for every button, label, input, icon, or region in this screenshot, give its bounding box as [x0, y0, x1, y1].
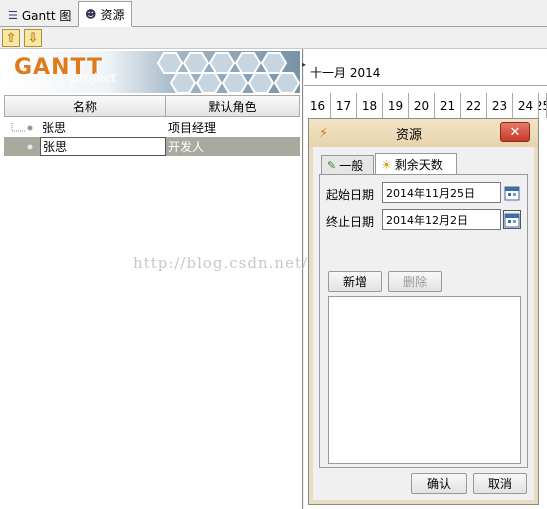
arrow-up-icon: ⇧ [5, 30, 17, 46]
view-tab-bar: ☰ Gantt 图 ☻ 资源 [0, 0, 547, 27]
close-icon: ✕ [509, 124, 521, 140]
logo-subword: project [70, 71, 117, 86]
timeline-day: 24 [513, 93, 539, 118]
days-off-panel: 起始日期 2014年11月25日 终止日期 2014年12月2日 新增 删除 [319, 174, 528, 468]
start-date-picker-button[interactable] [503, 183, 521, 202]
add-button[interactable]: 新增 [328, 271, 382, 292]
start-date-field[interactable]: 2014年11月25日 [382, 182, 501, 203]
end-date-field[interactable]: 2014年12月2日 [382, 209, 501, 230]
delete-button[interactable]: 删除 [388, 271, 442, 292]
column-header-default-role[interactable]: 默认角色 [166, 95, 300, 117]
tab-general-label: 一般 [339, 159, 364, 173]
tab-resources[interactable]: ☻ 资源 [78, 1, 132, 27]
calendar-icon [504, 186, 520, 200]
timeline-day: 21 [435, 93, 461, 118]
resource-dialog: ⚡ 资源 ✕ ✎ 一般 ☀ 剩余天数 起始日期 2014年11月25日 终止日期 [308, 118, 539, 505]
tab-days-off[interactable]: ☀ 剩余天数 [375, 153, 457, 175]
start-date-label: 起始日期 [326, 188, 375, 202]
cancel-button[interactable]: 取消 [473, 473, 527, 494]
timeline-day: 23 [487, 93, 513, 118]
tree-node-icon [27, 144, 33, 150]
resource-role[interactable]: 开发人 [166, 137, 300, 156]
close-button[interactable]: ✕ [500, 122, 530, 142]
timeline-day: 18 [357, 93, 383, 118]
tab-gantt-label: Gantt 图 [21, 8, 72, 23]
timeline-day: 19 [383, 93, 409, 118]
tab-general[interactable]: ✎ 一般 [321, 155, 374, 175]
tab-resources-label: 资源 [100, 7, 125, 22]
people-icon: ☻ [85, 7, 97, 21]
calendar-icon [504, 213, 520, 227]
timeline-day: 25 [539, 93, 547, 118]
end-date-label: 终止日期 [326, 215, 375, 229]
resource-table-panel: GANTT project 名称 默认角色 张思 项目经理 张思 开发人 [0, 49, 303, 509]
table-row[interactable]: 张思 开发人 [4, 137, 300, 156]
days-off-list[interactable] [328, 296, 521, 464]
ganttproject-logo: GANTT project [4, 51, 300, 93]
timeline-day: 22 [461, 93, 487, 118]
column-header-name[interactable]: 名称 [4, 95, 166, 117]
sun-clock-icon: ☀ [381, 157, 392, 172]
tab-days-off-label: 剩余天数 [394, 158, 443, 172]
resource-name-editor[interactable]: 张思 [40, 137, 166, 156]
edit-pin-icon: ✎ [327, 159, 337, 172]
move-up-button[interactable]: ⇧ [2, 29, 20, 47]
end-date-picker-button[interactable] [503, 210, 521, 229]
resource-name[interactable]: 张思 [40, 118, 166, 137]
table-row[interactable]: 张思 项目经理 [4, 118, 300, 137]
dialog-title: 资源 [395, 127, 422, 143]
timeline-day: 16 [305, 93, 331, 118]
tab-gantt[interactable]: ☰ Gantt 图 [2, 3, 76, 27]
timeline-month-header: 十一月 2014 [304, 60, 547, 86]
timeline-day: 20 [409, 93, 435, 118]
dialog-title-bar[interactable]: ⚡ 资源 ✕ [309, 119, 538, 147]
hexagon-pattern-icon [156, 52, 300, 93]
tree-connector-icon [11, 123, 33, 132]
toolbar: ⇧ ⇩ [0, 27, 547, 49]
timeline-day: 17 [331, 93, 357, 118]
resource-role[interactable]: 项目经理 [166, 118, 300, 137]
ok-button[interactable]: 确认 [411, 473, 467, 494]
move-down-button[interactable]: ⇩ [24, 29, 42, 47]
arrow-down-icon: ⇩ [27, 30, 39, 46]
dialog-body: ✎ 一般 ☀ 剩余天数 起始日期 2014年11月25日 终止日期 2014年1… [315, 147, 532, 500]
gantt-icon: ☰ [8, 8, 18, 22]
